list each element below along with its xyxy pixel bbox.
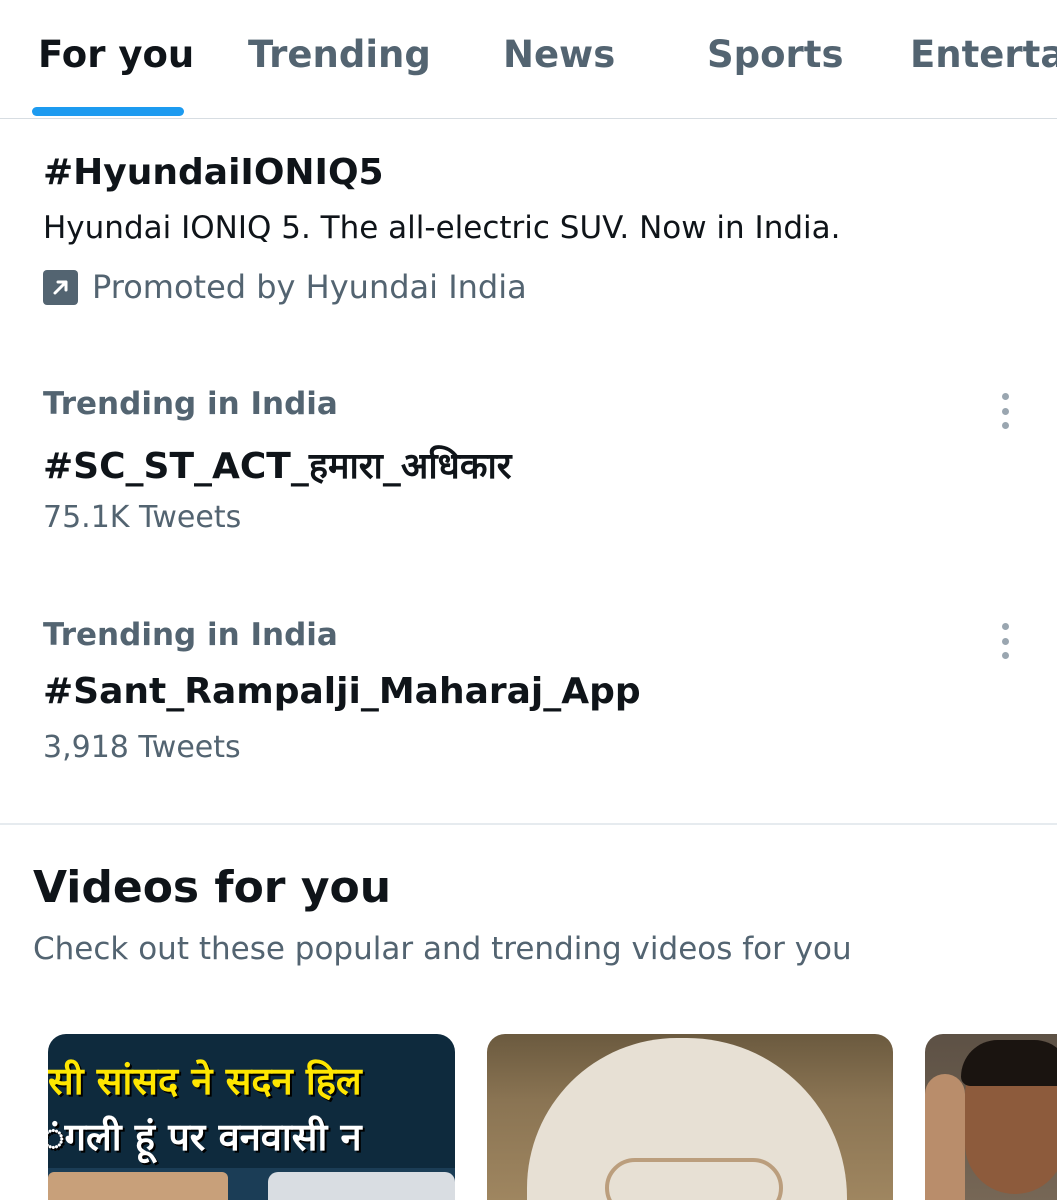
video-caption-line: ंगली हूं पर वनवासी न xyxy=(48,1115,362,1159)
thumbnail-detail xyxy=(605,1158,783,1200)
thumbnail-inset-image xyxy=(268,1172,455,1200)
tab-sports[interactable]: Sports xyxy=(707,30,844,80)
promoted-hashtag[interactable]: #HyundaiIONIQ5 xyxy=(43,152,384,193)
trend-context: Trending in India xyxy=(43,617,338,653)
promoted-by-line[interactable]: Promoted by Hyundai India xyxy=(43,265,527,309)
promoted-by-label: Promoted by Hyundai India xyxy=(92,268,527,306)
section-divider xyxy=(0,823,1057,825)
explore-page: For you Trending News Sports Entertai #H… xyxy=(0,0,1057,1200)
video-thumbnail[interactable]: सी सांसद ने सदन हिल ंगली हूं पर वनवासी न xyxy=(48,1034,455,1200)
trend-hashtag[interactable]: #SC_ST_ACT_हमारा_अधिकार xyxy=(43,440,512,489)
video-thumbnail[interactable] xyxy=(487,1034,893,1200)
tab-entertainment[interactable]: Entertai xyxy=(910,30,1057,80)
videos-section-subtitle: Check out these popular and trending vid… xyxy=(33,931,852,967)
thumbnail-inset-image xyxy=(48,1172,228,1200)
trend-hashtag[interactable]: #Sant_Rampalji_Maharaj_App xyxy=(43,671,641,712)
more-options-icon[interactable] xyxy=(988,389,1022,433)
video-caption-line: सी सांसद ने सदन हिल xyxy=(48,1059,362,1103)
tab-trending[interactable]: Trending xyxy=(248,30,431,80)
videos-section-title: Videos for you xyxy=(33,862,392,913)
trend-tweet-count: 75.1K Tweets xyxy=(43,500,242,535)
promoted-description: Hyundai IONIQ 5. The all-electric SUV. N… xyxy=(43,210,841,246)
trend-tweet-count: 3,918 Tweets xyxy=(43,730,241,765)
tab-for-you[interactable]: For you xyxy=(38,30,194,80)
active-tab-indicator xyxy=(32,107,184,116)
more-options-icon[interactable] xyxy=(988,619,1022,663)
video-thumbnail[interactable] xyxy=(925,1034,1057,1200)
thumbnail-detail xyxy=(961,1040,1057,1086)
promoted-arrow-icon xyxy=(43,269,78,305)
trend-context: Trending in India xyxy=(43,386,338,422)
thumbnail-image xyxy=(925,1074,965,1200)
explore-tab-bar: For you Trending News Sports Entertai xyxy=(0,0,1057,119)
tab-news[interactable]: News xyxy=(503,30,615,80)
